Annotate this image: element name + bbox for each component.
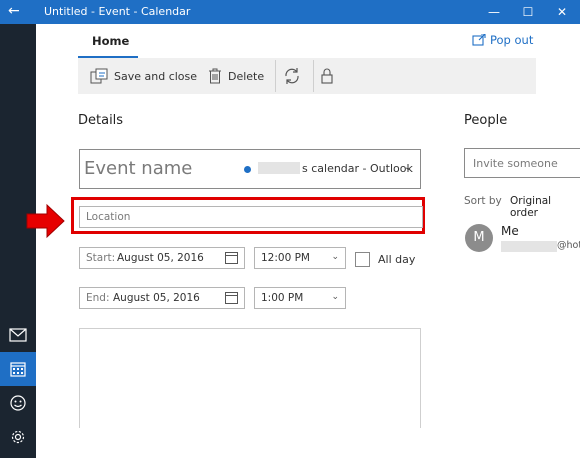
start-date: August 05, 2016 — [117, 252, 204, 264]
avatar: M — [465, 224, 493, 252]
end-label: End: — [86, 292, 110, 304]
toolbar: Save and close Delete — [78, 58, 536, 94]
trash-icon — [209, 68, 221, 84]
calendar-icon — [10, 362, 26, 377]
title-bar: ← Untitled - Event - Calendar — ☐ ✕ — [0, 0, 580, 24]
rail-mail[interactable] — [0, 318, 36, 352]
rail-settings[interactable] — [0, 420, 36, 454]
start-date-field[interactable]: Start: August 05, 2016 — [79, 247, 245, 269]
redacted-name — [258, 162, 300, 174]
refresh-icon — [285, 68, 299, 84]
back-button[interactable]: ← — [8, 3, 20, 19]
private-button[interactable] — [321, 58, 333, 94]
mail-icon — [9, 328, 27, 342]
people-heading: People — [464, 113, 508, 128]
all-day-checkbox[interactable] — [355, 252, 370, 267]
save-and-close-button[interactable]: Save and close — [90, 58, 197, 94]
start-label: Start: — [86, 252, 116, 264]
calendar-picker-icon[interactable] — [225, 251, 238, 264]
chevron-down-icon: ⌄ — [331, 292, 339, 302]
start-time: 12:00 PM — [261, 252, 310, 264]
sort-by-label: Sort by — [464, 195, 502, 207]
minimize-button[interactable]: — — [484, 3, 504, 21]
attendee-email: @hot — [557, 240, 580, 251]
invite-placeholder: Invite someone — [473, 157, 558, 170]
end-date: August 05, 2016 — [113, 292, 200, 304]
calendar-selector[interactable]: s calendar - Outlook — [302, 162, 413, 175]
tab-home[interactable]: Home — [92, 34, 129, 48]
lock-icon — [321, 68, 333, 84]
red-arrow-icon — [26, 203, 65, 239]
popout-label: Pop out — [490, 33, 534, 47]
details-heading: Details — [78, 113, 124, 128]
toolbar-separator — [275, 60, 276, 92]
end-time: 1:00 PM — [261, 292, 304, 304]
invite-input[interactable]: Invite someone — [464, 148, 580, 178]
redacted-email — [501, 241, 557, 252]
rail-feedback[interactable] — [0, 386, 36, 420]
settings-icon — [11, 430, 25, 444]
save-label: Save and close — [114, 69, 198, 83]
description-textarea[interactable] — [79, 328, 421, 428]
delete-button[interactable]: Delete — [208, 58, 264, 94]
smiley-icon — [10, 395, 26, 411]
attendee-name: Me — [501, 224, 519, 238]
close-button[interactable]: ✕ — [552, 3, 572, 21]
sort-order-selector[interactable]: Original order — [510, 195, 580, 219]
rail-calendar[interactable] — [0, 352, 36, 386]
location-placeholder: Location — [86, 211, 131, 223]
repeat-button[interactable] — [283, 58, 301, 94]
event-name-placeholder: Event name — [84, 158, 193, 179]
event-name-field[interactable]: Event name s calendar - Outlook ⌄ — [79, 149, 421, 189]
chevron-down-icon: ⌄ — [331, 252, 339, 262]
save-icon — [90, 68, 108, 84]
chevron-down-icon[interactable]: ⌄ — [404, 162, 412, 173]
maximize-button[interactable]: ☐ — [518, 3, 538, 21]
all-day-label: All day — [378, 253, 416, 266]
window-title: Untitled - Event - Calendar — [44, 5, 191, 18]
popout-icon — [472, 34, 486, 46]
left-rail — [0, 24, 36, 458]
end-time-field[interactable]: 1:00 PM ⌄ — [254, 287, 346, 309]
popout-button[interactable]: Pop out — [472, 33, 533, 47]
location-input[interactable]: Location — [79, 206, 423, 228]
calendar-picker-icon[interactable] — [225, 291, 238, 304]
delete-label: Delete — [228, 69, 265, 83]
start-time-field[interactable]: 12:00 PM ⌄ — [254, 247, 346, 269]
end-date-field[interactable]: End: August 05, 2016 — [79, 287, 245, 309]
toolbar-separator — [313, 60, 314, 92]
calendar-color-dot — [244, 166, 251, 173]
